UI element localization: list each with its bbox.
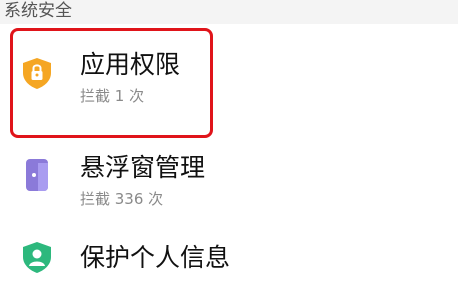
item-title: 保护个人信息 — [80, 243, 231, 272]
list-item-personal-info[interactable]: 保护个人信息 — [0, 236, 458, 286]
shield-person-icon — [23, 242, 51, 273]
shield-lock-icon — [23, 58, 51, 89]
floating-window-icon — [26, 159, 48, 191]
section-header: 系统安全 — [4, 1, 72, 21]
list-item-app-permissions[interactable]: 应用权限 拦截 1 次 — [0, 24, 458, 136]
settings-list: 应用权限 拦截 1 次 悬浮窗管理 拦截 336 次 保护个人信息 — [0, 24, 458, 286]
item-subtitle: 拦截 336 次 — [80, 190, 164, 208]
item-subtitle: 拦截 1 次 — [80, 87, 145, 105]
item-title: 应用权限 — [80, 50, 181, 79]
list-item-floating-window[interactable]: 悬浮窗管理 拦截 336 次 — [0, 136, 458, 236]
item-title: 悬浮窗管理 — [80, 153, 206, 182]
